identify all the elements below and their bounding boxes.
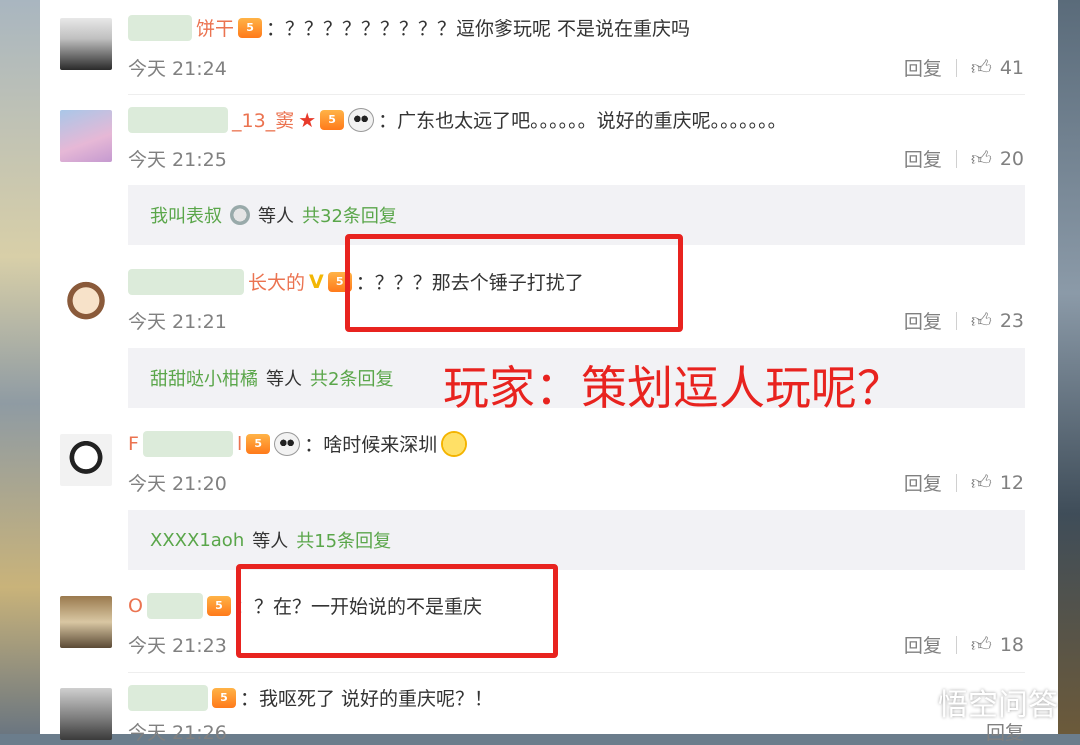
comment-time: 今天 21:25: [128, 149, 227, 171]
comment-actions: 回复 👍︎ 12: [904, 469, 1024, 496]
comment-time: 今天 21:24: [128, 58, 227, 80]
thread-count[interactable]: 共32条回复: [302, 202, 397, 228]
like-count: 41: [999, 56, 1024, 79]
thumbs-up-icon: 👍︎: [970, 55, 992, 79]
watermark: 悟空问答: [898, 680, 1058, 724]
panda-icon: [274, 431, 301, 456]
blurred-username: [146, 592, 203, 619]
divider: [955, 473, 957, 492]
vip-badge-icon: 5: [212, 687, 236, 708]
reply-button[interactable]: 回复: [904, 631, 942, 658]
vip-badge-icon: 5: [320, 109, 345, 130]
thread-count[interactable]: 共15条回复: [296, 527, 391, 553]
avatar[interactable]: [60, 688, 112, 740]
comment-time: 今天 21:23: [128, 635, 227, 657]
blurred-username: [128, 14, 192, 41]
divider: [955, 635, 957, 654]
comment-time: 今天 21:26: [128, 722, 227, 744]
thread-count[interactable]: 共2条回复: [310, 365, 393, 391]
watermark-text: 悟空问答: [938, 688, 1058, 723]
avatar[interactable]: [60, 272, 112, 324]
divider: [128, 94, 1025, 95]
avatar[interactable]: [60, 110, 112, 162]
comment-actions: 回复 👍︎ 23: [904, 307, 1024, 334]
blurred-username: [128, 684, 208, 711]
avatar[interactable]: [60, 18, 112, 70]
like-count: 23: [999, 309, 1024, 332]
vip-badge-icon: 5: [238, 17, 263, 38]
like-button[interactable]: 👍︎ 12: [971, 470, 1024, 495]
avatar[interactable]: [60, 434, 112, 486]
highlight-box: [345, 234, 683, 332]
emoji-icon: [441, 430, 468, 457]
thread-user[interactable]: XXXX1aoh: [150, 530, 244, 551]
divider: [955, 149, 957, 168]
comment-actions: 回复 👍︎ 18: [904, 631, 1024, 658]
comment-line: 5 ：我呕死了 说好的重庆呢？！: [128, 684, 493, 711]
verified-icon: V: [309, 270, 324, 293]
comment-time: 今天 21:20: [128, 473, 227, 495]
username-head[interactable]: O: [128, 595, 143, 617]
username[interactable]: _13_窦: [232, 106, 294, 133]
wukong-logo-icon: [898, 686, 930, 718]
thumbs-up-icon: 👍︎: [970, 632, 992, 656]
comment-actions: 回复 👍︎ 20: [904, 145, 1024, 172]
reply-button[interactable]: 回复: [904, 307, 942, 334]
comment-line: F l 5 ：啥时候来深圳: [128, 430, 468, 457]
divider: [128, 672, 1025, 673]
like-button[interactable]: 👍︎ 20: [971, 146, 1024, 171]
thumbs-up-icon: 👍︎: [970, 146, 992, 170]
blurred-username: [142, 430, 233, 457]
reply-button[interactable]: 回复: [904, 469, 942, 496]
comment-text: ：？？？？？？？？？逗你爹玩呢 不是说在重庆吗: [266, 18, 691, 40]
comment-text: ：我呕死了 说好的重庆呢？！: [240, 688, 494, 710]
reply-thread-bar[interactable]: XXXX1aoh 等人 共15条回复: [128, 510, 1025, 570]
reply-button[interactable]: 回复: [904, 145, 942, 172]
vip-badge-icon: 5: [206, 595, 231, 616]
like-count: 18: [999, 633, 1024, 656]
thread-rest: 等人: [252, 531, 289, 552]
vip-badge-icon: 5: [246, 433, 271, 454]
avatar[interactable]: [60, 596, 112, 648]
thumbs-up-icon: 👍︎: [970, 470, 992, 494]
divider: [955, 311, 957, 330]
annotation-text: 玩家：策划逗人玩呢？: [443, 361, 903, 415]
thread-user[interactable]: 甜甜哒小柑橘: [150, 365, 258, 391]
reply-button[interactable]: 回复: [904, 54, 942, 81]
highlight-box: [236, 564, 558, 658]
comment-line: _13_窦 ★ 5 ：广东也太远了吧。。。。。。说好的重庆呢。。。。。。。: [128, 106, 787, 133]
panda-icon: [348, 107, 375, 132]
comment-actions: 回复 👍︎ 41: [904, 54, 1024, 81]
star-icon: ★: [298, 107, 317, 132]
like-count: 12: [999, 471, 1024, 494]
username[interactable]: 饼干: [196, 14, 234, 41]
background-left: [0, 0, 40, 734]
username-head[interactable]: F: [128, 433, 139, 455]
comment-line: 饼干 5 ：？？？？？？？？？逗你爹玩呢 不是说在重庆吗: [128, 14, 690, 41]
comment-time: 今天 21:21: [128, 311, 227, 333]
username[interactable]: 长大的: [248, 268, 305, 295]
like-count: 20: [999, 147, 1024, 170]
like-button[interactable]: 👍︎ 23: [971, 308, 1024, 333]
blurred-username: [128, 106, 228, 133]
medal-icon: [230, 205, 250, 225]
like-button[interactable]: 👍︎ 41: [971, 55, 1024, 80]
username[interactable]: l: [237, 433, 242, 455]
thread-rest: 等人: [258, 206, 294, 227]
like-button[interactable]: 👍︎ 18: [971, 632, 1024, 657]
divider: [955, 58, 957, 77]
blurred-username: [128, 268, 244, 295]
comment-text: ：广东也太远了吧。。。。。。说好的重庆呢。。。。。。。: [378, 110, 787, 132]
thumbs-up-icon: 👍︎: [970, 308, 992, 332]
thread-user[interactable]: 我叫表叔: [150, 202, 222, 228]
thread-rest: 等人: [266, 369, 302, 390]
comment-text: ：啥时候来深圳: [304, 434, 438, 456]
